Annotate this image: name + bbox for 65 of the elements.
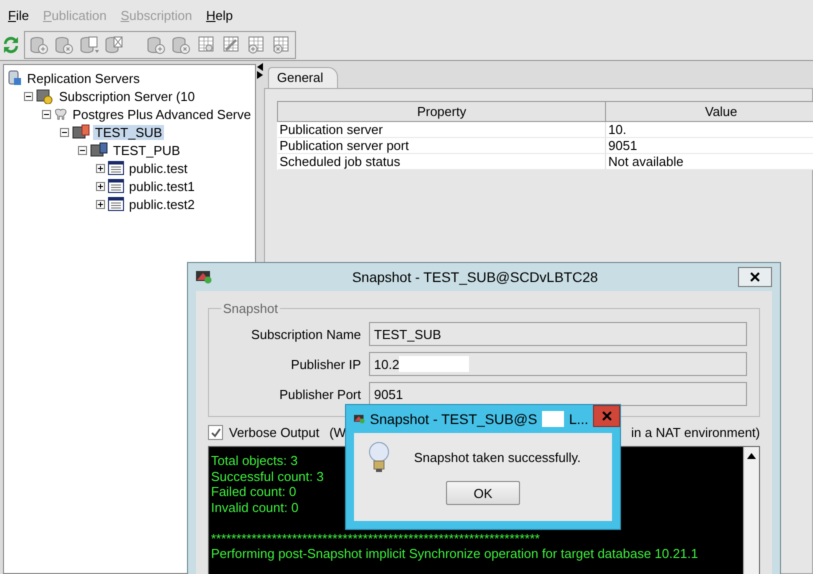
field-label: Publisher Port	[278, 386, 361, 402]
message-text: Snapshot taken successfully.	[414, 450, 581, 464]
field-label: Publisher IP	[290, 356, 361, 372]
app-icon	[354, 412, 365, 426]
tree-item[interactable]: public.test	[127, 160, 190, 176]
input-field[interactable]: 10.2	[369, 352, 747, 376]
note-text: in a NAT environment)	[631, 425, 760, 440]
table-cell: Publication server port	[278, 138, 606, 154]
scroll-up-icon	[747, 453, 756, 459]
close-icon	[602, 410, 612, 420]
tab[interactable]: General	[268, 67, 338, 88]
tree-item[interactable]: Postgres Plus Advanced Serve	[70, 106, 253, 122]
window-title: Snapshot - TEST_SUB@S	[370, 411, 538, 427]
console-line: *****************************************************************	[211, 530, 540, 546]
collapse-toggle[interactable]	[60, 128, 69, 136]
tree-item[interactable]: TEST_SUB	[93, 124, 164, 140]
expand-toggle[interactable]	[96, 164, 105, 172]
column-header: Value	[606, 102, 813, 122]
tree-item[interactable]: Replication Servers	[25, 70, 142, 86]
console-line: Total objects: 3	[211, 453, 298, 468]
table-icon	[108, 161, 124, 175]
expand-toggle[interactable]	[96, 200, 105, 208]
table-icon	[108, 197, 124, 211]
table-cell: Not available	[606, 154, 813, 170]
field-label: Subscription Name	[250, 326, 361, 342]
console-line: Failed count: 0	[211, 484, 296, 500]
ok-button[interactable]: OK	[446, 481, 520, 505]
table-cell: Scheduled job status	[278, 154, 606, 170]
app-icon	[196, 270, 212, 284]
table-cell: Publication server	[278, 122, 606, 138]
expand-toggle[interactable]	[96, 182, 105, 190]
server-icon	[36, 88, 54, 104]
menu-item[interactable]: File	[2, 6, 35, 24]
tree-item[interactable]: Subscription Server (10	[57, 88, 197, 104]
checkbox[interactable]	[208, 425, 223, 440]
console-line: Successful count: 3	[211, 468, 324, 484]
database-icon	[72, 124, 90, 140]
close-button[interactable]	[738, 267, 772, 287]
table-cell: 9051	[606, 138, 813, 154]
menu-item[interactable]: Help	[200, 6, 239, 24]
column-header: Property	[278, 102, 606, 122]
checkbox-label: Verbose Output	[229, 425, 320, 440]
redaction-block	[542, 411, 564, 427]
console-line: Performing post-Snapshot implicit Synchronize operation for target database 10.21.1	[211, 546, 698, 562]
redaction-block	[399, 356, 470, 372]
tree-item[interactable]: TEST_PUB	[111, 142, 182, 158]
input-field[interactable]: 9051	[369, 382, 747, 406]
tree-item[interactable]: public.test1	[127, 178, 197, 194]
scrollbar[interactable]	[743, 447, 759, 574]
close-icon	[750, 272, 760, 282]
window-title: Snapshot - TEST_SUB@SCDvLBTC28	[351, 269, 599, 285]
console-line: Invalid count: 0	[211, 500, 298, 515]
server-icon	[6, 70, 22, 86]
collapse-toggle[interactable]	[78, 146, 87, 154]
note-text: (W	[329, 425, 346, 440]
window-title: L...	[568, 411, 588, 427]
group-title: Snapshot	[222, 301, 279, 316]
lightbulb-icon	[368, 441, 390, 473]
table-cell: 10.	[606, 122, 813, 138]
collapse-toggle[interactable]	[42, 110, 51, 118]
input-field[interactable]: TEST_SUB	[369, 322, 747, 346]
database-icon	[90, 142, 108, 158]
table-icon	[108, 179, 124, 193]
tree-item[interactable]: public.test2	[127, 196, 197, 212]
collapse-toggle[interactable]	[24, 92, 33, 100]
